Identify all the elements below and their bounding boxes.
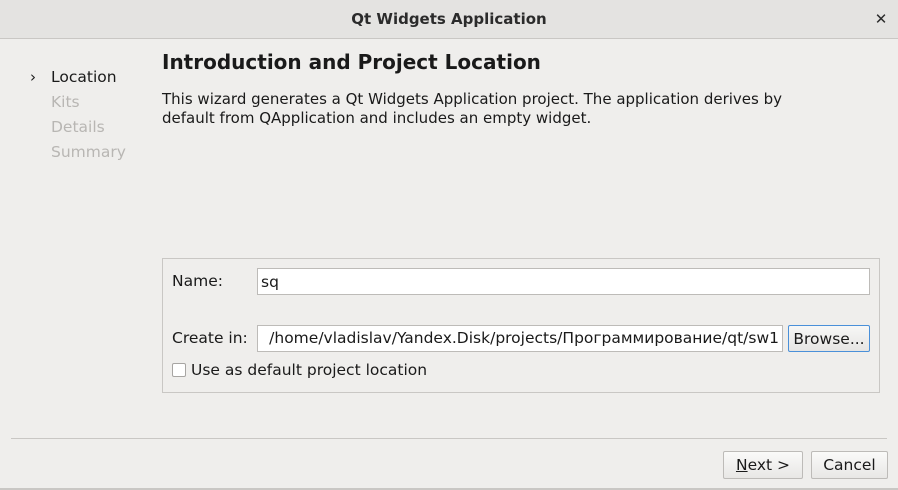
step-label: Location xyxy=(51,68,117,86)
default-location-checkbox[interactable] xyxy=(172,363,186,377)
project-location-group: Name: Create in: /home/vladislav/Yandex.… xyxy=(162,258,880,393)
next-button[interactable]: Next > xyxy=(723,451,803,479)
step-details: Details xyxy=(30,116,126,141)
browse-button[interactable]: Browse... xyxy=(788,325,870,352)
next-mnemonic: N xyxy=(735,456,748,474)
step-location: › Location xyxy=(30,66,126,91)
button-separator xyxy=(11,438,887,439)
wizard-steps: › Location Kits Details Summary xyxy=(30,66,126,166)
close-icon[interactable]: ✕ xyxy=(872,10,890,28)
create-in-label: Create in: xyxy=(172,329,248,347)
window-title: Qt Widgets Application xyxy=(351,10,547,28)
step-kits: Kits xyxy=(30,91,126,116)
intro-line: default from QApplication and includes a… xyxy=(162,109,592,127)
step-summary: Summary xyxy=(30,141,126,166)
cancel-button[interactable]: Cancel xyxy=(811,451,888,479)
step-label: Kits xyxy=(51,93,80,111)
create-in-value: /home/vladislav/Yandex.Disk/projects/Про… xyxy=(269,329,779,347)
step-label: Details xyxy=(51,118,105,136)
default-location-label[interactable]: Use as default project location xyxy=(191,361,427,379)
name-label: Name: xyxy=(172,272,223,290)
step-label: Summary xyxy=(51,143,126,161)
window-titlebar[interactable]: Qt Widgets Application ✕ xyxy=(0,0,898,39)
create-in-input[interactable]: /home/vladislav/Yandex.Disk/projects/Про… xyxy=(257,325,783,352)
chevron-right-icon: › xyxy=(30,68,36,86)
name-input[interactable] xyxy=(257,268,870,295)
page-title: Introduction and Project Location xyxy=(162,50,541,74)
next-label: ext > xyxy=(747,456,791,474)
intro-text: This wizard generates a Qt Widgets Appli… xyxy=(162,90,862,128)
intro-line: This wizard generates a Qt Widgets Appli… xyxy=(162,90,782,108)
